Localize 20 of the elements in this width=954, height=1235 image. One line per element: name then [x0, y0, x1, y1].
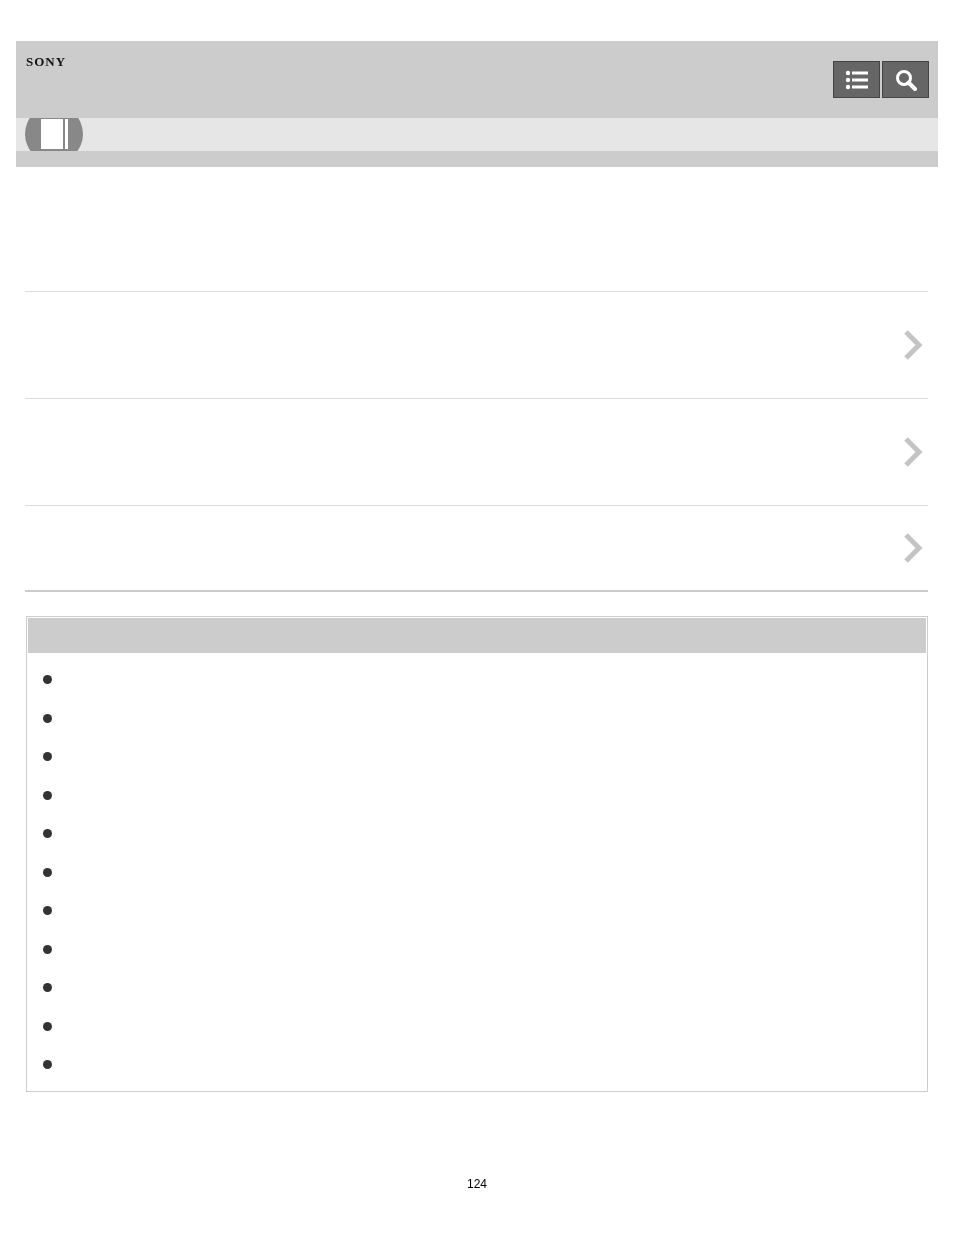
bullet-icon: [43, 752, 52, 761]
search-icon: [894, 68, 917, 91]
brand-logo: SONY: [26, 54, 67, 70]
bullet-icon: [43, 906, 52, 915]
chevron-icon[interactable]: [903, 532, 923, 564]
list-icon: [844, 69, 869, 90]
bullet-icon: [43, 1060, 52, 1069]
chevron-icon[interactable]: [903, 436, 923, 468]
contents-button[interactable]: [833, 61, 880, 98]
bullet-icon: [43, 983, 52, 992]
bullet-icon: [43, 829, 52, 838]
chevron-icon[interactable]: [903, 329, 923, 361]
bullet-icon: [43, 713, 52, 723]
bullet-icon: [43, 675, 52, 684]
bullet-icon: [43, 790, 52, 800]
bullet-icon: [43, 867, 52, 877]
search-button[interactable]: [882, 61, 929, 98]
bullet-icon: [43, 1021, 52, 1031]
bullet-icon: [43, 944, 52, 954]
page-number: 124: [467, 1177, 487, 1191]
